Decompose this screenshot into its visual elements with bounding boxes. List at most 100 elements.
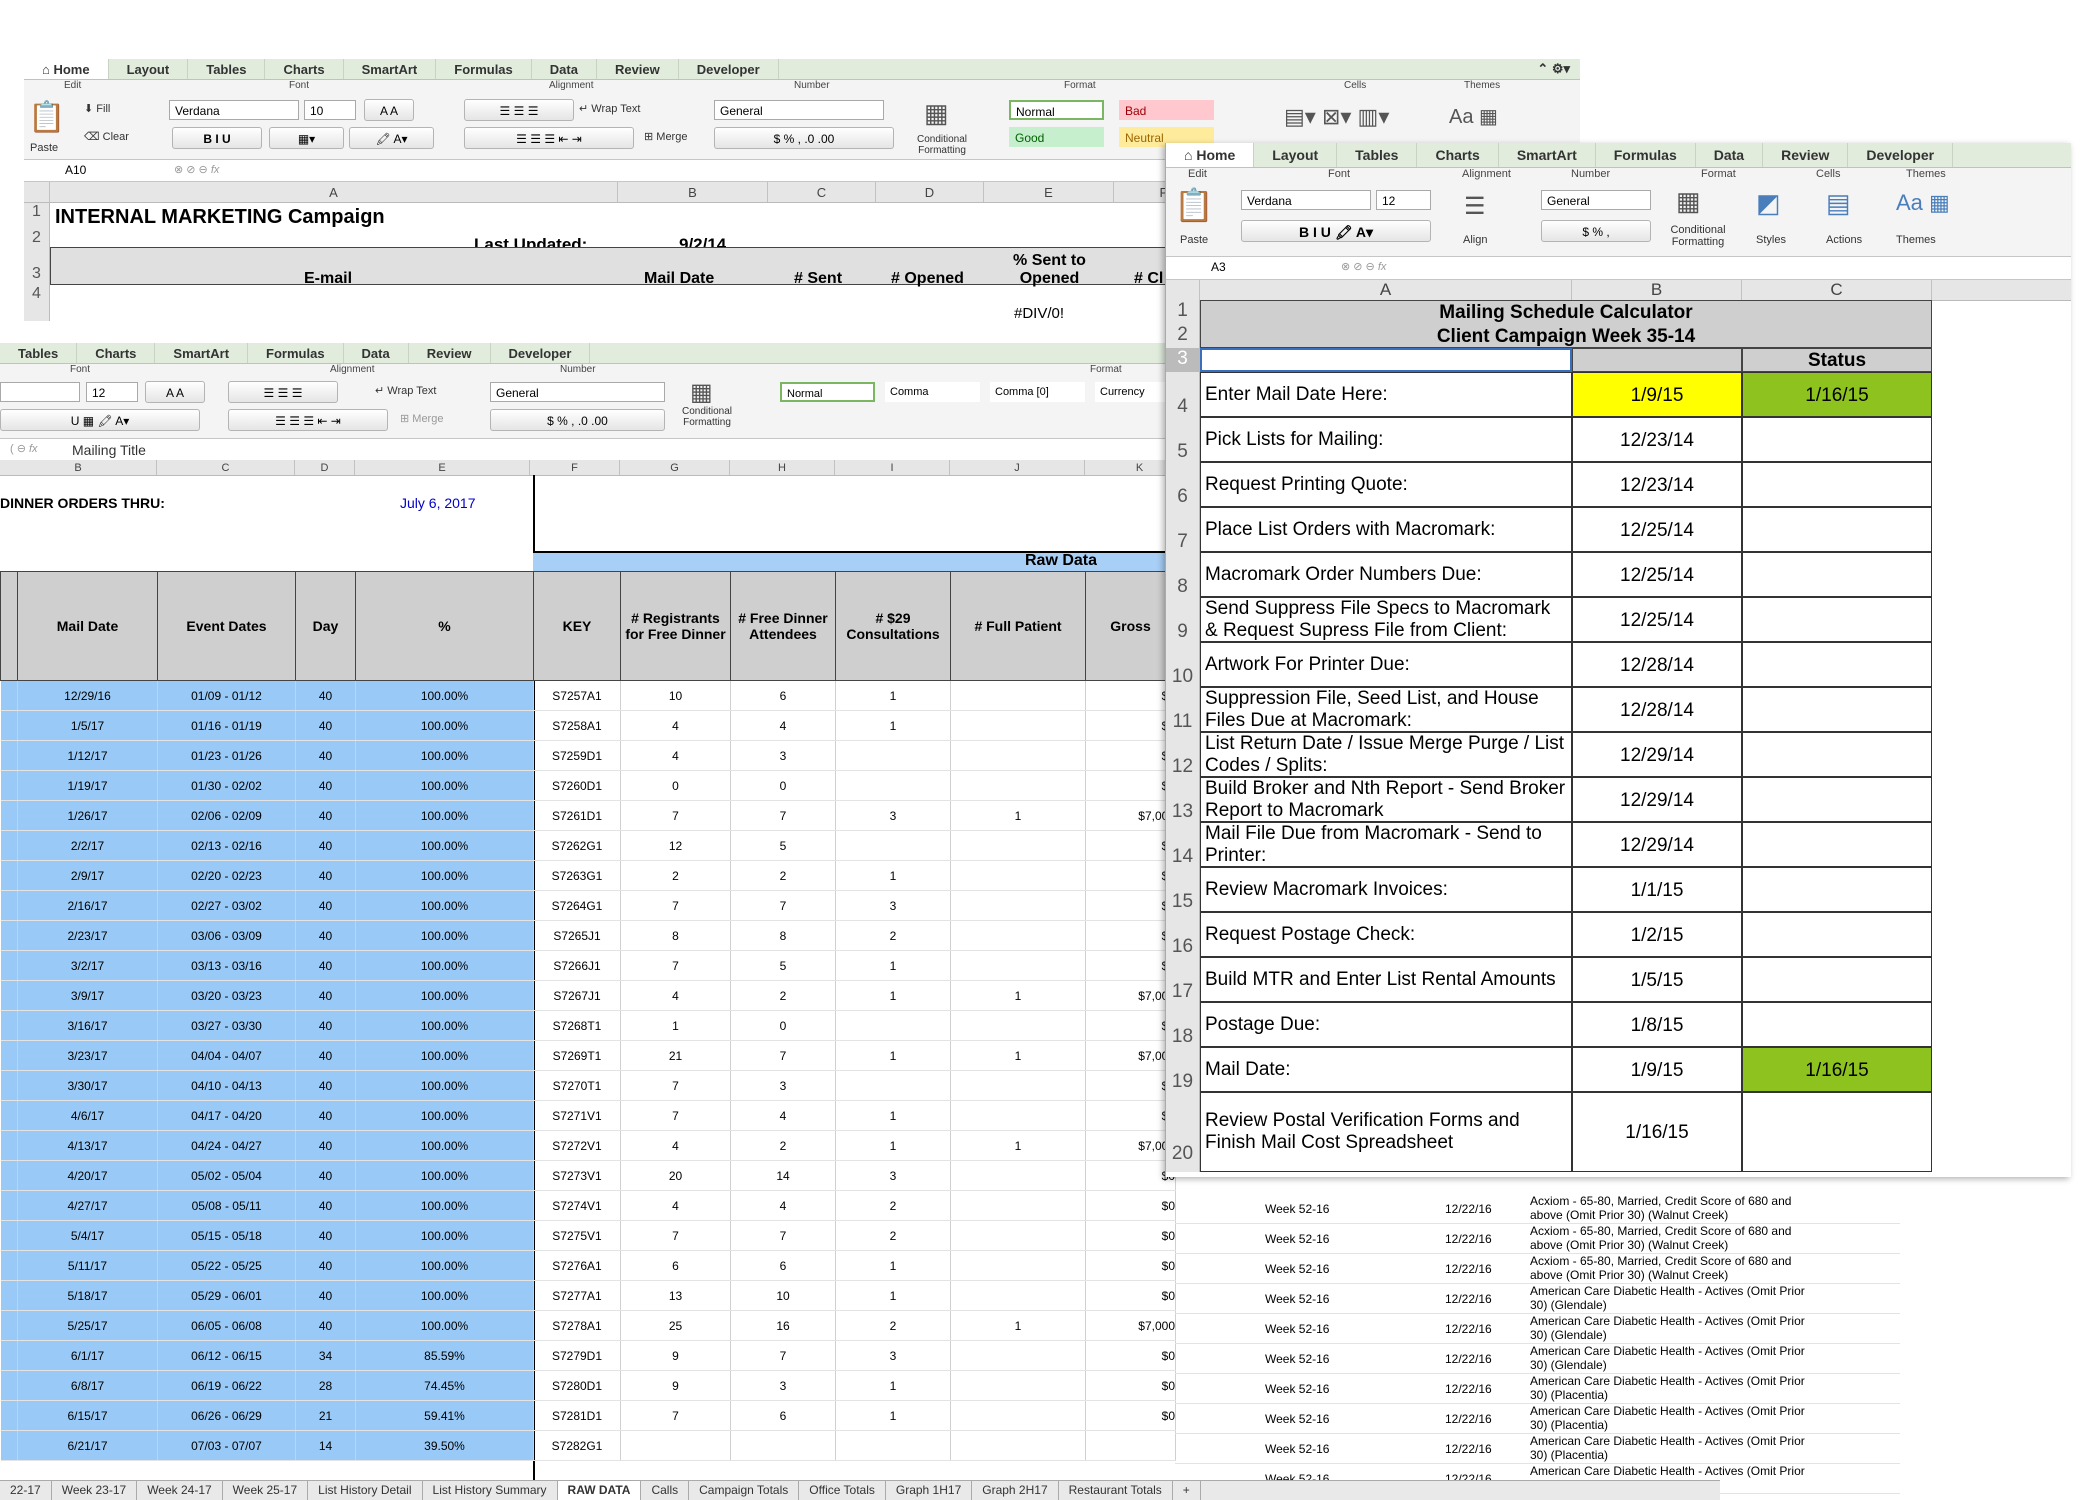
- raw-cell-consultations[interactable]: [835, 1430, 951, 1461]
- number-buttons-3[interactable]: $ % ,: [1541, 220, 1651, 242]
- raw-cell-attendees[interactable]: 2: [730, 980, 836, 1011]
- themes-icon-3[interactable]: Aa ▦: [1896, 190, 1950, 216]
- raw-cell-event-dates[interactable]: 04/24 - 04/27: [157, 1130, 296, 1161]
- raw-cell-a[interactable]: [0, 680, 18, 711]
- raw-cell-pct[interactable]: 100.00%: [355, 1280, 534, 1311]
- style-good[interactable]: Good: [1009, 127, 1104, 147]
- tab-developer-2[interactable]: Developer: [491, 343, 591, 363]
- raw-cell-registrants[interactable]: 8: [620, 920, 731, 951]
- raw-cell-full-patient[interactable]: 1: [950, 800, 1086, 831]
- task-cell[interactable]: Postage Due:: [1200, 1002, 1572, 1047]
- actions-icon[interactable]: ▤: [1826, 188, 1851, 219]
- task-cell[interactable]: Artwork For Printer Due:: [1200, 642, 1572, 687]
- raw-cell-a[interactable]: [0, 770, 18, 801]
- status-cell[interactable]: 1/16/15: [1742, 372, 1932, 417]
- raw-header-consultations[interactable]: # $29 Consultations: [835, 571, 951, 681]
- raw-cell-key[interactable]: S7281D1: [533, 1400, 621, 1431]
- raw-cell-day[interactable]: 40: [295, 830, 356, 861]
- raw-cell-pct[interactable]: 100.00%: [355, 860, 534, 891]
- raw-cell-full-patient[interactable]: [950, 680, 1086, 711]
- raw-cell-day[interactable]: 40: [295, 800, 356, 831]
- raw-cell-registrants[interactable]: 7: [620, 1070, 731, 1101]
- task-cell[interactable]: Enter Mail Date Here:: [1200, 372, 1572, 417]
- raw-cell-full-patient[interactable]: [950, 710, 1086, 741]
- raw-cell-full-patient[interactable]: 1: [950, 980, 1086, 1011]
- raw-cell-consultations[interactable]: 2: [835, 920, 951, 951]
- col-header-a[interactable]: A: [50, 182, 618, 202]
- raw-cell-key[interactable]: S7264G1: [533, 890, 621, 921]
- raw-cell-registrants[interactable]: 4: [620, 740, 731, 771]
- col-header-e[interactable]: E: [984, 182, 1114, 202]
- raw-cell-a[interactable]: [0, 710, 18, 741]
- raw-cell-attendees[interactable]: 8: [730, 920, 836, 951]
- status-cell[interactable]: 1/16/15: [1742, 1047, 1932, 1092]
- raw-cell-key[interactable]: S7279D1: [533, 1340, 621, 1371]
- raw-cell-full-patient[interactable]: [950, 1010, 1086, 1041]
- status-cell[interactable]: [1742, 552, 1932, 597]
- col-header-b-2[interactable]: B: [0, 460, 157, 475]
- raw-cell-consultations[interactable]: 1: [835, 1250, 951, 1281]
- sheet-tab[interactable]: Week 24-17: [137, 1481, 223, 1500]
- tab-charts[interactable]: Charts: [265, 59, 344, 79]
- raw-cell-day[interactable]: 40: [295, 1130, 356, 1161]
- fill-button[interactable]: ⬇ Fill: [84, 102, 110, 115]
- raw-cell-registrants[interactable]: 7: [620, 950, 731, 981]
- row-number[interactable]: 15: [1166, 867, 1200, 912]
- side-date[interactable]: 12/22/16: [1445, 1232, 1492, 1246]
- tab-tables[interactable]: Tables: [188, 59, 266, 79]
- sheet-tab[interactable]: RAW DATA: [557, 1481, 642, 1500]
- raw-cell-key[interactable]: S7265J1: [533, 920, 621, 951]
- side-list-desc[interactable]: American Care Diabetic Health - Actives …: [1530, 1284, 1820, 1313]
- raw-cell-mail-date[interactable]: 6/21/17: [17, 1430, 158, 1461]
- wrap-text-button[interactable]: ↵ Wrap Text: [579, 102, 640, 115]
- number-buttons-2[interactable]: $ % , .0 .00: [490, 409, 665, 431]
- raw-cell-mail-date[interactable]: 3/30/17: [17, 1070, 158, 1101]
- format-buttons-2[interactable]: U ▦ 🖍 A▾: [0, 409, 200, 431]
- raw-cell-pct[interactable]: 100.00%: [355, 680, 534, 711]
- raw-cell-event-dates[interactable]: 02/06 - 02/09: [157, 800, 296, 831]
- row-number[interactable]: 18: [1166, 1002, 1200, 1047]
- raw-cell-day[interactable]: 21: [295, 1400, 356, 1431]
- font-grow-button-2[interactable]: A A: [145, 381, 205, 403]
- raw-cell-event-dates[interactable]: 02/13 - 02/16: [157, 830, 296, 861]
- raw-cell-key[interactable]: S7269T1: [533, 1040, 621, 1071]
- side-week[interactable]: Week 52-16: [1265, 1262, 1329, 1276]
- raw-cell-registrants[interactable]: 12: [620, 830, 731, 861]
- raw-cell-key[interactable]: S7278A1: [533, 1310, 621, 1341]
- raw-cell-key[interactable]: S7276A1: [533, 1250, 621, 1281]
- raw-cell-event-dates[interactable]: 06/19 - 06/22: [157, 1370, 296, 1401]
- raw-cell-a[interactable]: [0, 830, 18, 861]
- raw-cell-gross[interactable]: $0: [1085, 950, 1176, 981]
- side-week[interactable]: Week 52-16: [1265, 1352, 1329, 1366]
- div0-error[interactable]: #DIV/0!: [1014, 305, 1064, 322]
- raw-cell-gross[interactable]: $0: [1085, 1280, 1176, 1311]
- col-header-j-2[interactable]: J: [950, 460, 1085, 475]
- tab-home-3[interactable]: ⌂ Home: [1166, 143, 1255, 167]
- row-number[interactable]: 14: [1166, 822, 1200, 867]
- raw-cell-mail-date[interactable]: 2/16/17: [17, 890, 158, 921]
- raw-cell-gross[interactable]: $0: [1085, 920, 1176, 951]
- raw-cell-attendees[interactable]: 0: [730, 770, 836, 801]
- gear-icon[interactable]: ⌃ ⚙▾: [1537, 61, 1580, 77]
- raw-cell-key[interactable]: S7261D1: [533, 800, 621, 831]
- styles-icon[interactable]: ◩: [1756, 188, 1781, 219]
- side-date[interactable]: 12/22/16: [1445, 1292, 1492, 1306]
- raw-cell-day[interactable]: 40: [295, 1040, 356, 1071]
- raw-cell-full-patient[interactable]: 1: [950, 1040, 1086, 1071]
- raw-cell-consultations[interactable]: 1: [835, 1280, 951, 1311]
- raw-cell-a[interactable]: [0, 1370, 18, 1401]
- tab-charts-3[interactable]: Charts: [1417, 143, 1499, 167]
- raw-cell-attendees[interactable]: 3: [730, 1070, 836, 1101]
- raw-cell-consultations[interactable]: [835, 1070, 951, 1101]
- date-cell[interactable]: 12/23/14: [1572, 417, 1742, 462]
- raw-cell-event-dates[interactable]: 01/23 - 01/26: [157, 740, 296, 771]
- raw-cell-full-patient[interactable]: [950, 860, 1086, 891]
- raw-cell-gross[interactable]: $0: [1085, 1190, 1176, 1221]
- raw-cell-consultations[interactable]: 3: [835, 800, 951, 831]
- paste-icon-3[interactable]: 📋: [1174, 186, 1214, 224]
- raw-cell-mail-date[interactable]: 3/23/17: [17, 1040, 158, 1071]
- raw-cell-mail-date[interactable]: 2/2/17: [17, 830, 158, 861]
- side-list-desc[interactable]: Acxiom - 65-80, Married, Credit Score of…: [1530, 1224, 1820, 1253]
- tab-developer-3[interactable]: Developer: [1848, 143, 1954, 167]
- status-cell[interactable]: [1742, 417, 1932, 462]
